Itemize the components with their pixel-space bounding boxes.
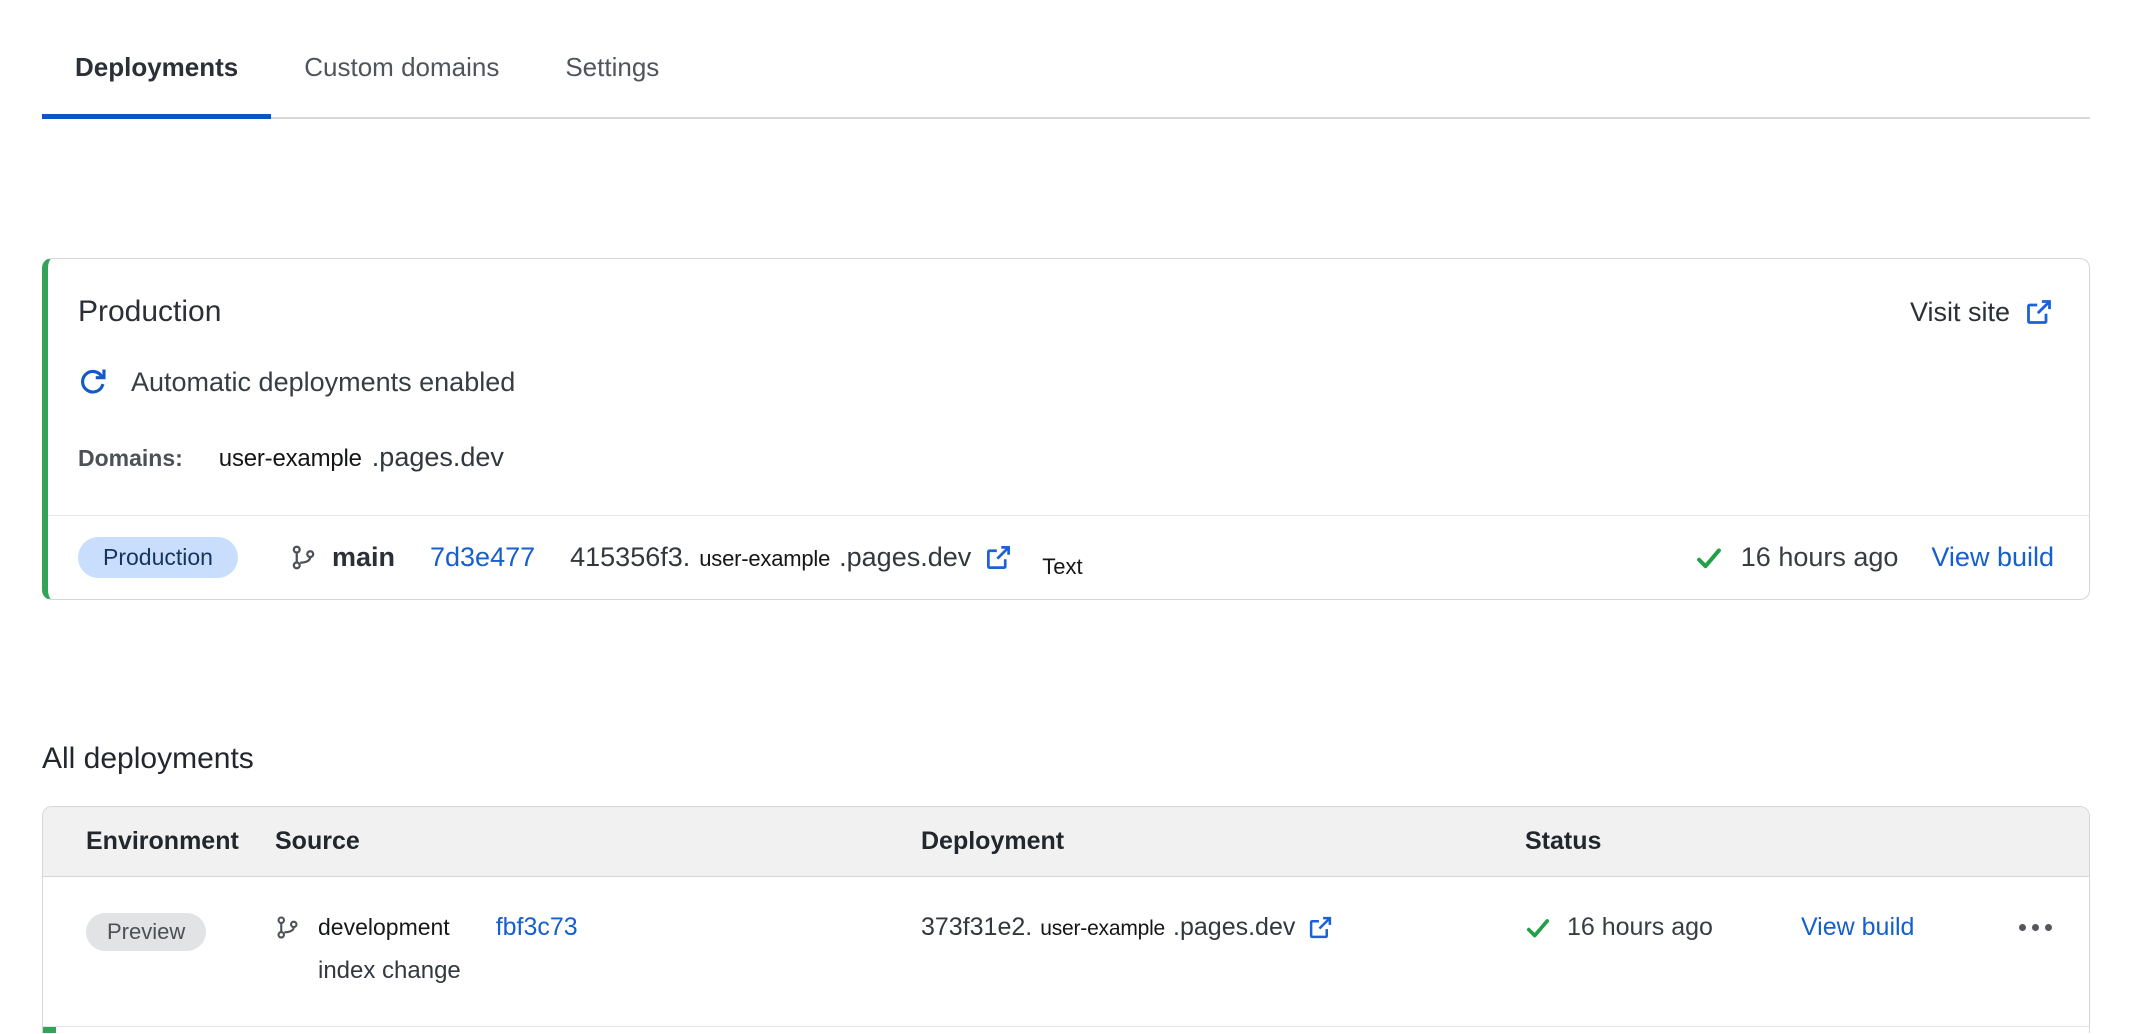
- external-link-icon: [2025, 298, 2053, 326]
- automatic-deployments-text: Automatic deployments enabled: [131, 367, 515, 398]
- table-row: Preview development fbf3c73 index change: [43, 877, 2089, 1027]
- external-link-icon: [985, 544, 1012, 571]
- git-branch-icon: [275, 915, 300, 940]
- deployment-url-suffix: .pages.dev: [1173, 913, 1295, 942]
- more-options-button[interactable]: [2017, 918, 2054, 937]
- deployment-url-prefix: 373f31e2.: [921, 913, 1032, 942]
- deployment-time: 16 hours ago: [1567, 913, 1713, 942]
- environment-badge-preview: Preview: [86, 913, 206, 951]
- more-options-icon: [2032, 924, 2039, 931]
- column-header-status: Status: [1525, 827, 2054, 856]
- cell-source: development fbf3c73 index change: [275, 913, 921, 1026]
- deployment-url-name: user-example: [699, 546, 830, 572]
- domains-label: Domains:: [78, 445, 183, 472]
- success-check-icon: [1695, 544, 1723, 572]
- branch-name: main: [332, 542, 395, 573]
- view-build-link[interactable]: View build: [1931, 542, 2054, 573]
- visit-site-link[interactable]: Visit site: [1910, 297, 2053, 328]
- deployment-url-link[interactable]: 373f31e2. user-example .pages.dev: [921, 913, 1333, 942]
- commit-link[interactable]: fbf3c73: [496, 913, 578, 942]
- deployment-annotation: Text: [1042, 554, 1082, 580]
- refresh-icon: [78, 368, 107, 397]
- success-check-icon: [1525, 915, 1551, 941]
- branch-name: development: [318, 914, 450, 941]
- tab-bar: Deployments Custom domains Settings: [42, 22, 2090, 119]
- table-header-row: Environment Source Deployment Status: [43, 807, 2089, 877]
- domain-name: user-example: [219, 445, 362, 473]
- environment-badge-production: Production: [78, 537, 238, 578]
- cell-deployment: 373f31e2. user-example .pages.dev: [921, 913, 1525, 1026]
- deployment-url-link[interactable]: 415356f3. user-example .pages.dev: [570, 542, 1012, 573]
- column-header-environment: Environment: [86, 827, 275, 856]
- tab-settings[interactable]: Settings: [532, 22, 692, 117]
- production-card-body: Production Visit site Automatic deployme…: [48, 259, 2089, 515]
- production-card-title: Production: [78, 295, 221, 329]
- more-options-icon: [2045, 924, 2052, 931]
- production-deployment-row: Production main 7d3e477 415356f3. user-e…: [48, 515, 2089, 599]
- tab-custom-domains[interactable]: Custom domains: [271, 22, 532, 117]
- domains-row: Domains: user-example .pages.dev: [78, 442, 2053, 515]
- cell-environment: Preview: [86, 913, 275, 1026]
- deployment-url-name: user-example: [1040, 917, 1165, 941]
- source-branch: main: [290, 542, 395, 573]
- visit-site-label: Visit site: [1910, 297, 2010, 328]
- deployments-page: Deployments Custom domains Settings Prod…: [0, 22, 2132, 1033]
- production-card: Production Visit site Automatic deployme…: [42, 258, 2090, 600]
- automatic-deployments-status: Automatic deployments enabled: [78, 367, 2053, 398]
- git-branch-icon: [290, 544, 317, 571]
- tab-deployments[interactable]: Deployments: [42, 22, 271, 117]
- column-header-deployment: Deployment: [921, 827, 1525, 856]
- column-header-source: Source: [275, 827, 921, 856]
- commit-message: index change: [318, 957, 921, 985]
- more-options-icon: [2019, 924, 2026, 931]
- next-row-production-accent: [43, 1027, 56, 1033]
- deployment-url-suffix: .pages.dev: [839, 542, 971, 573]
- cell-status: 16 hours ago View build: [1525, 913, 2054, 942]
- commit-link[interactable]: 7d3e477: [430, 542, 535, 573]
- deployment-status: 16 hours ago View build: [1695, 542, 2054, 573]
- external-link-icon: [1308, 915, 1333, 940]
- domain-suffix: .pages.dev: [372, 442, 504, 473]
- deployments-table: Environment Source Deployment Status Pre…: [42, 806, 2090, 1033]
- deployment-time: 16 hours ago: [1741, 542, 1899, 573]
- view-build-link[interactable]: View build: [1801, 913, 1915, 942]
- deployment-url-prefix: 415356f3.: [570, 542, 690, 573]
- all-deployments-title: All deployments: [42, 742, 2090, 776]
